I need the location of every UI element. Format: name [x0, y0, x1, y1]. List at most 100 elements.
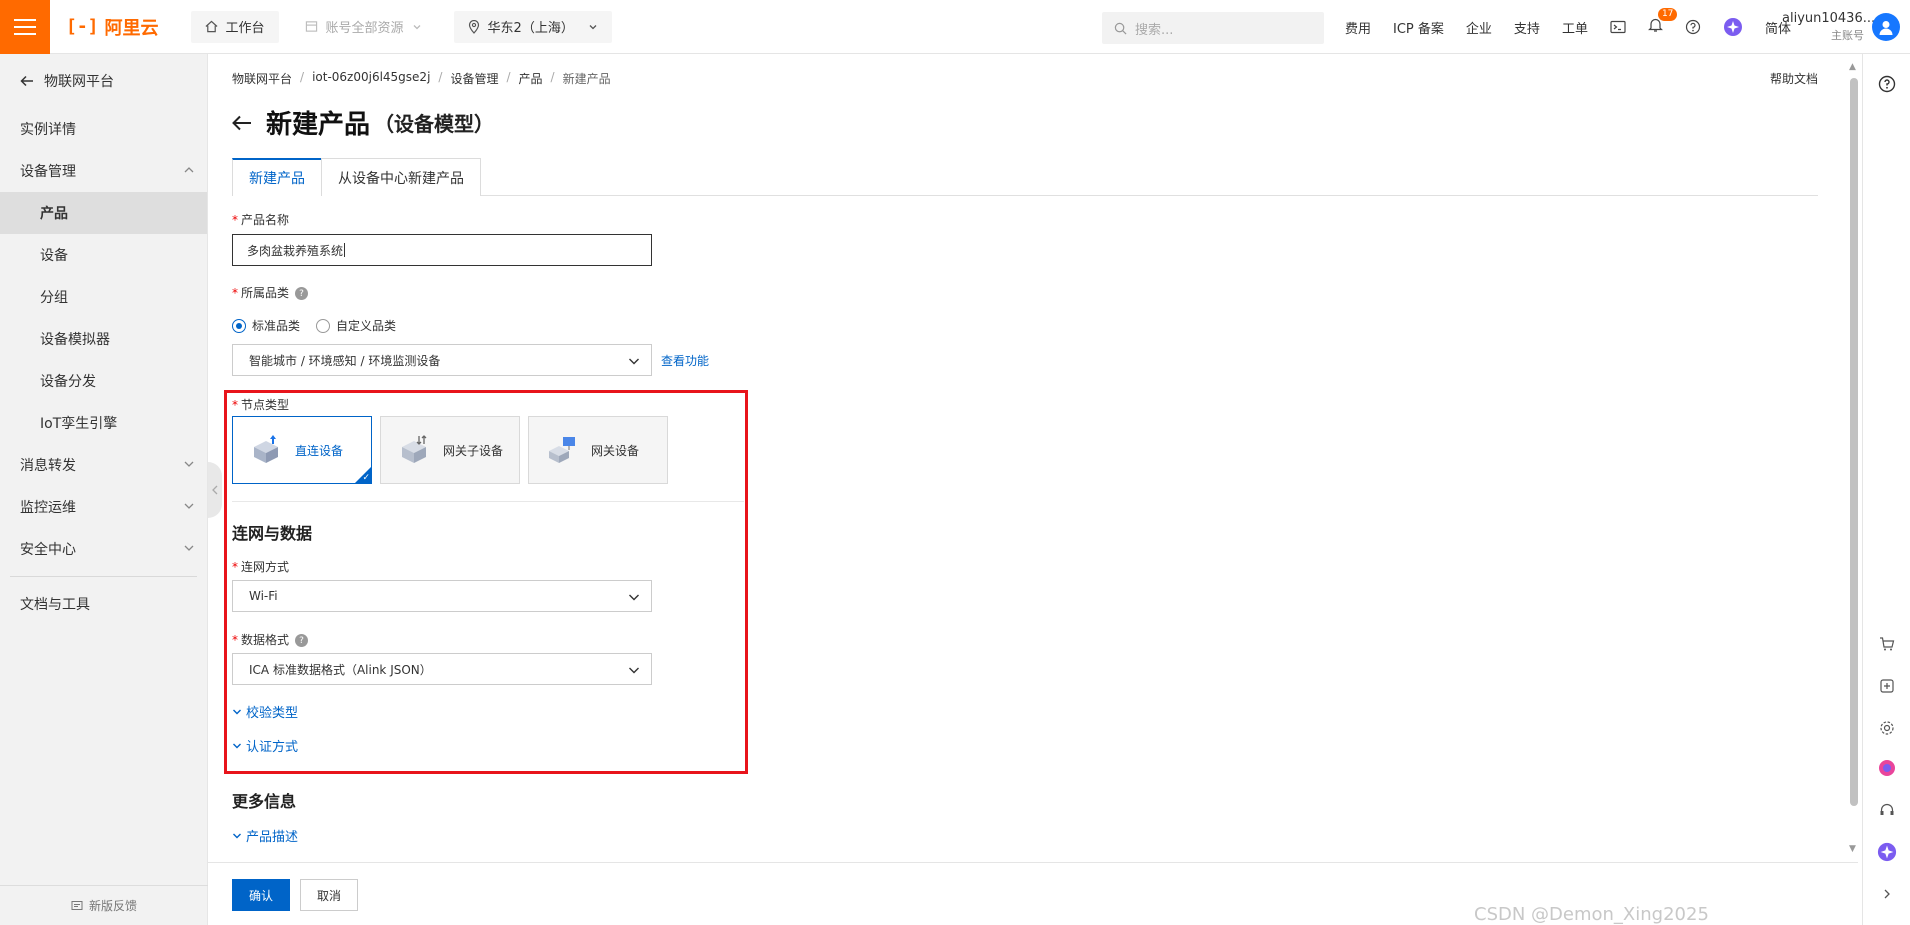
view-features-link[interactable]: 查看功能 [661, 352, 709, 369]
main-content: 物联网平台 / iot-06z00j6l45gse2j / 设备管理 / 产品 / 新建… [208, 54, 1858, 860]
search-icon [1114, 22, 1127, 34]
service-icon[interactable] [1877, 676, 1897, 696]
avatar[interactable] [1872, 13, 1900, 41]
sidebar-item-instance-detail[interactable]: 实例详情 [0, 108, 207, 150]
hamburger-menu-button[interactable] [0, 0, 50, 54]
chevron-down-icon [233, 833, 241, 838]
resource-scope-dropdown[interactable]: 账号全部资源 [291, 11, 436, 43]
sidebar-item-label: 监控运维 [20, 500, 76, 516]
sidebar-item-message-forwarding[interactable]: 消息转发 [0, 444, 207, 486]
sidebar-item-label: 分组 [40, 290, 68, 306]
sidebar-item-label: 消息转发 [20, 458, 76, 474]
chevron-down-icon [629, 667, 639, 674]
gear-icon[interactable] [1877, 718, 1897, 738]
breadcrumb: 物联网平台 / iot-06z00j6l45gse2j / 设备管理 / 产品 / 新建… [232, 70, 611, 87]
help-circle-icon[interactable] [1877, 74, 1897, 94]
sidebar-item-device-simulator[interactable]: 设备模拟器 [0, 318, 207, 360]
right-tool-rail [1862, 54, 1910, 925]
sidebar-item-monitoring[interactable]: 监控运维 [0, 486, 207, 528]
category-select[interactable]: 智能城市 / 环境感知 / 环境监测设备 [232, 344, 652, 376]
link-icp[interactable]: ICP 备案 [1393, 18, 1444, 37]
ai-assistant-icon[interactable] [1877, 842, 1897, 862]
product-name-label: * 产品名称 [232, 213, 290, 227]
back-arrow-icon[interactable] [232, 115, 252, 131]
aliyun-logo-icon: [-] [66, 16, 99, 37]
node-type-direct-device[interactable]: 直连设备 ✓ [232, 416, 372, 484]
ai-brain-icon[interactable] [1877, 758, 1897, 778]
chevron-up-icon [184, 167, 194, 173]
breadcrumb-item[interactable]: 产品 [519, 70, 543, 87]
node-type-gateway-device[interactable]: 网关设备 [528, 416, 668, 484]
sidebar-item-label: 设备 [40, 248, 68, 264]
feedback-label: 新版反馈 [88, 899, 137, 913]
breadcrumb-item[interactable]: 物联网平台 [232, 70, 292, 87]
link-billing[interactable]: 费用 [1345, 18, 1371, 37]
node-type-gateway-sub-device[interactable]: 网关子设备 [380, 416, 520, 484]
cart-icon[interactable] [1877, 634, 1897, 654]
location-pin-icon [468, 19, 479, 34]
link-enterprise[interactable]: 企业 [1466, 18, 1492, 37]
search-placeholder: 搜索... [1135, 22, 1174, 38]
feedback-button[interactable]: 新版反馈 [0, 885, 208, 925]
terminal-icon[interactable] [1610, 20, 1626, 34]
sidebar-item-product[interactable]: 产品 [0, 192, 207, 234]
global-search-input[interactable]: 搜索... [1102, 12, 1324, 44]
account-menu[interactable]: aliyun10436... 主账号 [1782, 10, 1875, 44]
breadcrumb-item[interactable]: 设备管理 [450, 70, 498, 87]
sidebar-item-iot-twin-engine[interactable]: IoT孪生引擎 [0, 402, 207, 444]
network-method-select[interactable]: Wi-Fi [232, 580, 652, 612]
confirm-button[interactable]: 确认 [232, 879, 290, 911]
workbench-label: 工作台 [225, 21, 265, 36]
product-name-input[interactable]: 多肉盆栽养殖系统 [232, 234, 652, 266]
chevron-down-icon [184, 503, 194, 509]
sidebar-divider [10, 576, 197, 577]
radio-standard-category[interactable]: 标准品类 [232, 317, 300, 334]
cancel-button[interactable]: 取消 [300, 879, 358, 911]
aliyun-logo[interactable]: [-] 阿里云 [50, 14, 179, 40]
workbench-button[interactable]: 工作台 [190, 10, 279, 43]
data-format-label: * 数据格式? [232, 631, 309, 648]
scroll-up-arrow[interactable]: ▲ [1849, 62, 1856, 72]
sidebar-item-label: 设备分发 [40, 374, 96, 390]
chevron-down-icon [629, 594, 639, 601]
data-format-select[interactable]: ICA 标准数据格式（Alink JSON） [232, 653, 652, 685]
chevron-down-icon [413, 24, 421, 29]
region-label: 华东2（上海） [487, 21, 574, 36]
chevron-down-icon [233, 743, 241, 748]
link-support[interactable]: 支持 [1514, 18, 1540, 37]
breadcrumb-item[interactable]: iot-06z00j6l45gse2j [312, 70, 430, 87]
notification-button[interactable]: 17 [1648, 8, 1678, 37]
sidebar-item-device-distribution[interactable]: 设备分发 [0, 360, 207, 402]
account-type: 主账号 [1831, 29, 1864, 42]
check-type-expander[interactable]: 校验类型 [232, 702, 298, 721]
sidebar-item-device-management[interactable]: 设备管理 [0, 150, 207, 192]
chevron-right-icon[interactable] [1877, 884, 1897, 904]
scroll-down-arrow[interactable]: ▼ [1849, 844, 1856, 854]
sidebar-item-group[interactable]: 分组 [0, 276, 207, 318]
auth-method-expander[interactable]: 认证方式 [232, 736, 298, 755]
radio-custom-category[interactable]: 自定义品类 [316, 317, 396, 334]
page-scrollbar[interactable]: ▲ ▼ [1848, 62, 1860, 862]
feedback-icon [71, 900, 83, 910]
sidebar-back-button[interactable]: 物联网平台 [0, 54, 207, 108]
ai-assistant-icon[interactable] [1723, 17, 1743, 37]
sidebar-item-label: 安全中心 [20, 542, 76, 558]
tab-new-product[interactable]: 新建产品 [232, 158, 322, 196]
help-doc-link[interactable]: 帮助文档 [1770, 70, 1818, 87]
headset-icon[interactable] [1877, 800, 1897, 820]
sidebar-item-device[interactable]: 设备 [0, 234, 207, 276]
link-ticket[interactable]: 工单 [1562, 18, 1588, 37]
product-desc-expander[interactable]: 产品描述 [232, 826, 298, 845]
region-dropdown[interactable]: 华东2（上海） [453, 10, 612, 43]
logo-text: 阿里云 [104, 17, 159, 39]
help-circle-icon[interactable] [1685, 19, 1701, 35]
sidebar-item-security-center[interactable]: 安全中心 [0, 528, 207, 570]
tab-from-device-center[interactable]: 从设备中心新建产品 [321, 158, 481, 196]
sidebar-item-docs-tools[interactable]: 文档与工具 [0, 583, 207, 625]
notification-count-badge: 17 [1657, 8, 1678, 21]
top-links: 费用 ICP 备案 企业 支持 工单 17 简体 [1345, 0, 1791, 54]
category-label: * 所属品类? [232, 284, 309, 301]
scroll-thumb[interactable] [1850, 78, 1858, 806]
node-type-label: * 节点类型 [232, 398, 290, 412]
category-radio-group: 标准品类 自定义品类 [232, 317, 396, 334]
